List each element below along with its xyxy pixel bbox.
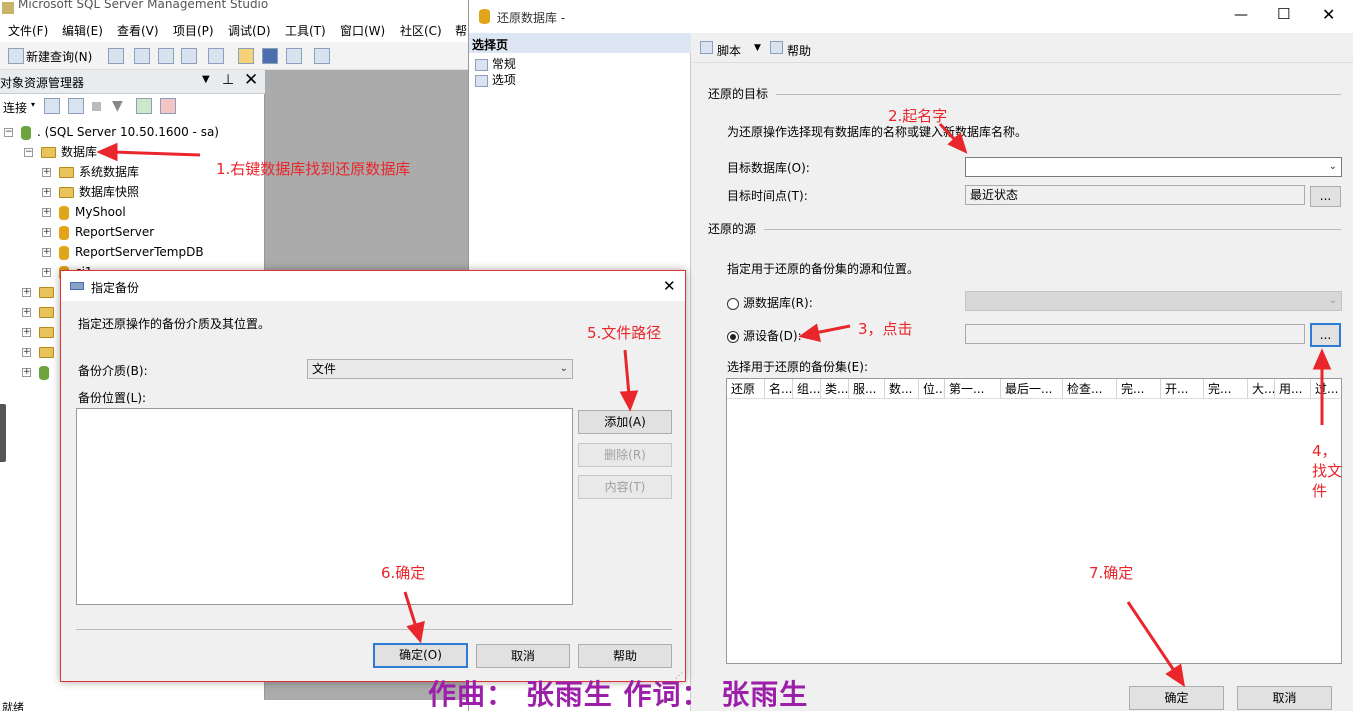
arrow-3-head: [798, 323, 821, 343]
arrow-7: [1126, 601, 1177, 673]
annotation-1: 1.右键数据库找到还原数据库: [216, 160, 411, 178]
arrow-1-head: [96, 142, 118, 162]
annotation-6: 6.确定: [381, 564, 426, 582]
arrow-4-head: [1312, 348, 1332, 370]
arrow-5-head: [619, 390, 639, 412]
arrow-5: [623, 349, 631, 396]
arrow-3: [814, 324, 851, 335]
annotation-3: 3，点击: [858, 320, 913, 338]
annotation-4a: 4，: [1312, 442, 1337, 460]
annotation-5: 5.文件路径: [587, 324, 662, 342]
arrow-6: [403, 591, 418, 628]
annotation-4c: 件: [1312, 482, 1328, 500]
annotation-2: 2.起名字: [888, 107, 948, 125]
arrow-7-head: [1165, 663, 1186, 688]
annotation-arrows: [96, 122, 1332, 688]
arrow-6-head: [406, 620, 425, 644]
arrow-1: [111, 150, 201, 157]
annotation-7: 7.确定: [1089, 564, 1134, 582]
lyrics-caption: 作曲： 张雨生 作词： 张雨生: [428, 678, 809, 711]
annotation-4b: 找文: [1312, 462, 1343, 480]
